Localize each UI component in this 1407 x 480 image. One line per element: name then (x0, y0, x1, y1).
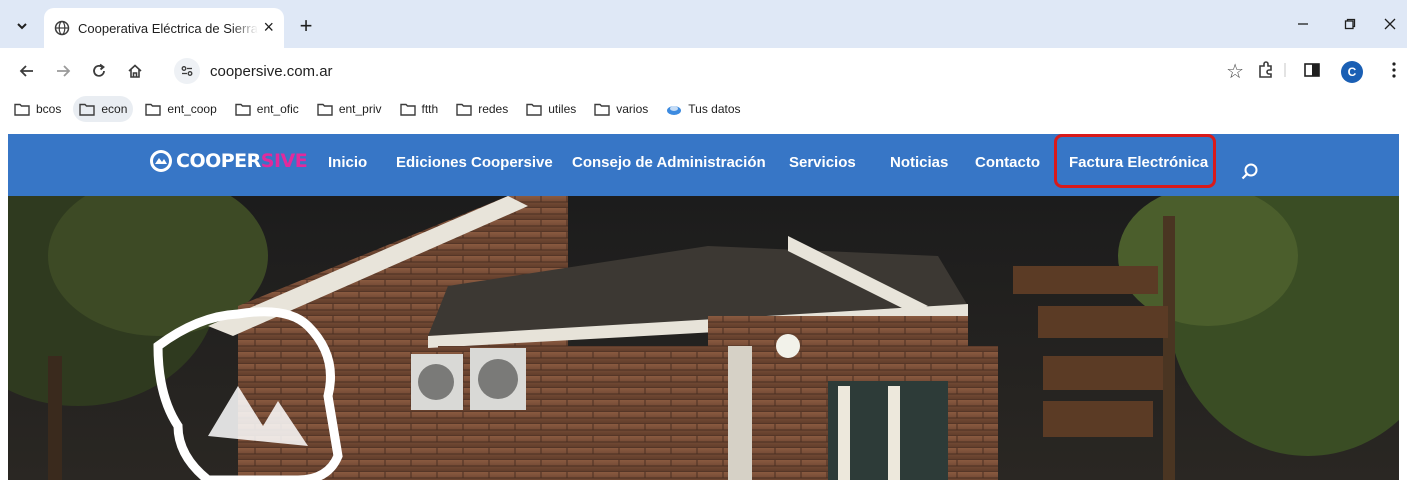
nav-consejo-administracion[interactable]: Consejo de Administración (572, 154, 766, 171)
extensions-icon[interactable] (1254, 58, 1278, 82)
bookmark-label: ftth (421, 102, 439, 116)
bookmark-label: Tus datos (688, 102, 741, 116)
cloud-icon (667, 105, 682, 115)
bookmark-folder[interactable]: econ (73, 96, 134, 122)
tab-search-button[interactable] (8, 12, 36, 40)
bookmarks-bar: bcos econ ent_coop ent_ofic ent_priv ftt… (0, 94, 1407, 124)
highlight-annotation (1054, 134, 1216, 188)
plus-icon: + (299, 13, 313, 38)
folder-icon (145, 103, 162, 116)
globe-icon (54, 20, 70, 36)
browser-tab[interactable]: Cooperativa Eléctrica de Sierra de la Ve… (44, 8, 284, 48)
minimize-icon (1298, 23, 1308, 25)
folder-icon (14, 103, 30, 116)
nav-servicios[interactable]: Servicios (789, 154, 856, 171)
back-button[interactable] (12, 56, 42, 86)
bookmark-folder[interactable]: bcos (8, 96, 67, 122)
minimize-button[interactable] (1283, 10, 1323, 38)
bookmark-label: ent_coop (167, 102, 217, 116)
nav-noticias[interactable]: Noticias (890, 154, 948, 171)
browser-window: Cooperativa Eléctrica de Sierra de la Ve… (0, 0, 1407, 480)
arrow-left-icon (19, 65, 33, 77)
reload-icon (93, 63, 105, 77)
nav-inicio[interactable]: Inicio (328, 154, 367, 171)
folder-icon (79, 103, 96, 116)
hero-building-photo (8, 196, 1399, 480)
logo-text-primary: COOPER (176, 150, 261, 172)
forward-button[interactable] (48, 56, 78, 86)
toolbar-divider (1284, 58, 1286, 82)
logo-emblem-icon (150, 150, 172, 172)
side-panel-icon[interactable] (1300, 58, 1324, 82)
home-icon (128, 64, 142, 78)
bookmark-label: ent_ofic (256, 102, 299, 116)
bookmark-folder[interactable]: ent_priv (311, 96, 388, 122)
address-bar[interactable]: coopersive.com.ar ☆ (164, 55, 1258, 87)
folder-icon (317, 103, 333, 116)
nav-contacto[interactable]: Contacto (975, 154, 1040, 171)
browser-toolbar: coopersive.com.ar ☆ (0, 48, 1407, 94)
url-text: coopersive.com.ar (210, 62, 333, 80)
bookmark-label: varios (616, 102, 649, 116)
search-icon[interactable] (1240, 162, 1260, 187)
bookmark-folder[interactable]: ent_coop (139, 96, 222, 122)
close-icon (1384, 18, 1396, 30)
bookmark-folder[interactable]: varios (588, 96, 654, 122)
restore-button[interactable] (1330, 10, 1370, 38)
bookmark-link[interactable]: Tus datos (660, 96, 746, 122)
logo-text-accent: SIVE (260, 150, 308, 172)
hero-image (8, 196, 1399, 480)
reload-button[interactable] (84, 56, 114, 86)
bookmark-folder[interactable]: ftth (394, 96, 445, 122)
bookmark-label: econ (101, 102, 128, 116)
folder-icon (456, 103, 472, 116)
close-tab-icon[interactable]: × (263, 18, 274, 36)
folder-icon (526, 103, 542, 116)
home-button[interactable] (120, 56, 150, 86)
site-info-icon[interactable] (174, 58, 200, 84)
bookmark-label: ent_priv (338, 102, 382, 116)
folder-icon (235, 103, 251, 116)
restore-icon (1344, 18, 1356, 30)
site-logo[interactable]: COOPERSIVE (150, 150, 308, 172)
new-tab-button[interactable]: + (292, 12, 320, 40)
chevron-down-icon (17, 23, 27, 30)
folder-icon (594, 103, 610, 116)
bookmark-label: bcos (36, 102, 62, 116)
folder-icon (399, 103, 416, 116)
bookmark-label: redes (478, 102, 509, 116)
nav-ediciones-coopersive[interactable]: Ediciones Coopersive (396, 154, 553, 171)
site-header: COOPERSIVE Inicio Ediciones Coopersive C… (8, 134, 1399, 196)
tab-strip: Cooperativa Eléctrica de Sierra de la Ve… (0, 0, 1407, 48)
arrow-right-icon (57, 65, 71, 77)
bookmark-label: utiles (548, 102, 577, 116)
tab-title: Cooperativa Eléctrica de Sierra de la Ve… (78, 20, 258, 36)
more-options-icon[interactable] (1382, 58, 1406, 82)
close-window-button[interactable] (1370, 10, 1407, 38)
bookmark-star-icon[interactable]: ☆ (1226, 59, 1244, 84)
bookmark-folder[interactable]: utiles (520, 96, 582, 122)
bookmark-folder[interactable]: ent_ofic (229, 96, 305, 122)
bookmark-folder[interactable]: redes (450, 96, 514, 122)
profile-avatar[interactable]: C (1341, 61, 1363, 83)
website-viewport: COOPERSIVE Inicio Ediciones Coopersive C… (8, 134, 1399, 480)
